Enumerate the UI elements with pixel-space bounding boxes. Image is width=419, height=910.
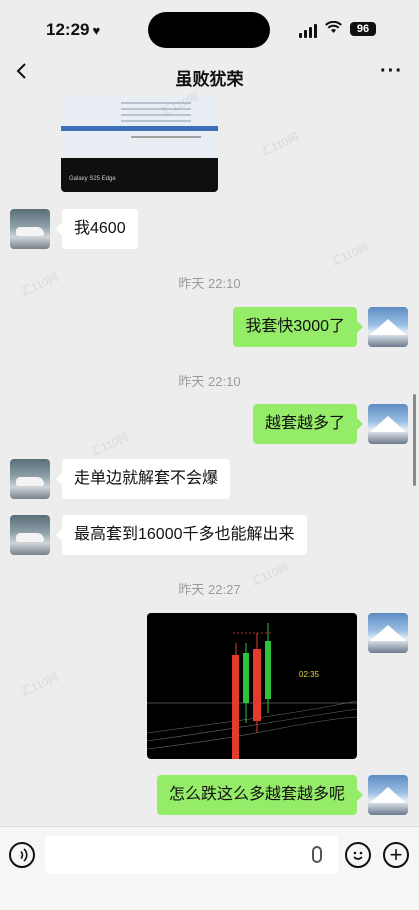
emoji-icon[interactable] [345, 842, 371, 868]
more-icon[interactable]: ··· [380, 60, 403, 83]
message-bubble[interactable]: 我套快3000了 [233, 307, 363, 347]
battery-badge: 96 [350, 22, 376, 36]
avatar[interactable] [368, 404, 408, 444]
signal-icon [299, 24, 317, 38]
watermark: 汇110网 [89, 431, 131, 459]
watermark: 汇110网 [329, 241, 371, 269]
voice-icon[interactable] [9, 842, 35, 868]
avatar[interactable] [10, 209, 50, 249]
candlestick-photo: 02:35 [147, 623, 357, 759]
chart-timer: 02:35 [299, 670, 320, 679]
watermark: 汇110网 [259, 131, 301, 159]
message-composer: + [0, 826, 419, 910]
status-time: 12:29 ♥ [46, 20, 101, 39]
photo-caption: Galaxy S25 Edge [69, 176, 116, 182]
timestamp: 昨天 22:27 [178, 582, 241, 597]
status-bar: 12:29 ♥ 96 [0, 0, 419, 56]
dynamic-island [148, 12, 270, 48]
avatar[interactable] [368, 307, 408, 347]
message-bubble[interactable]: 最高套到16000千多也能解出来 [56, 515, 307, 555]
chat-header: 虽败犹荣 ··· [0, 56, 419, 96]
timestamp: 昨天 22:10 [178, 374, 241, 389]
wifi-icon [325, 20, 342, 38]
scrollbar[interactable] [413, 394, 416, 486]
message-bubble[interactable]: 越套越多了 [252, 404, 364, 444]
mic-icon[interactable] [312, 846, 322, 863]
avatar[interactable] [368, 775, 408, 815]
timestamp: 昨天 22:10 [178, 276, 241, 291]
message-bubble[interactable]: 我4600 [56, 209, 138, 249]
avatar[interactable] [368, 613, 408, 653]
chat-area[interactable]: Galaxy S25 Edge 我4600 昨天 22:10 我套快3000了 … [0, 91, 419, 859]
avatar[interactable] [10, 515, 50, 555]
message-input[interactable] [45, 836, 338, 874]
message-bubble[interactable]: 怎么跌这么多越套越多呢 [156, 775, 364, 815]
watermark: 汇110网 [19, 671, 61, 699]
message-bubble[interactable]: 走单边就解套不会爆 [55, 459, 231, 499]
plus-icon[interactable]: + [383, 842, 409, 868]
heart-icon: ♥ [92, 23, 101, 38]
chat-title: 虽败犹荣 [175, 70, 244, 89]
shared-image-screen[interactable]: Galaxy S25 Edge [61, 96, 218, 192]
shared-image-chart[interactable]: 02:35 [147, 613, 357, 759]
avatar[interactable] [10, 459, 50, 499]
